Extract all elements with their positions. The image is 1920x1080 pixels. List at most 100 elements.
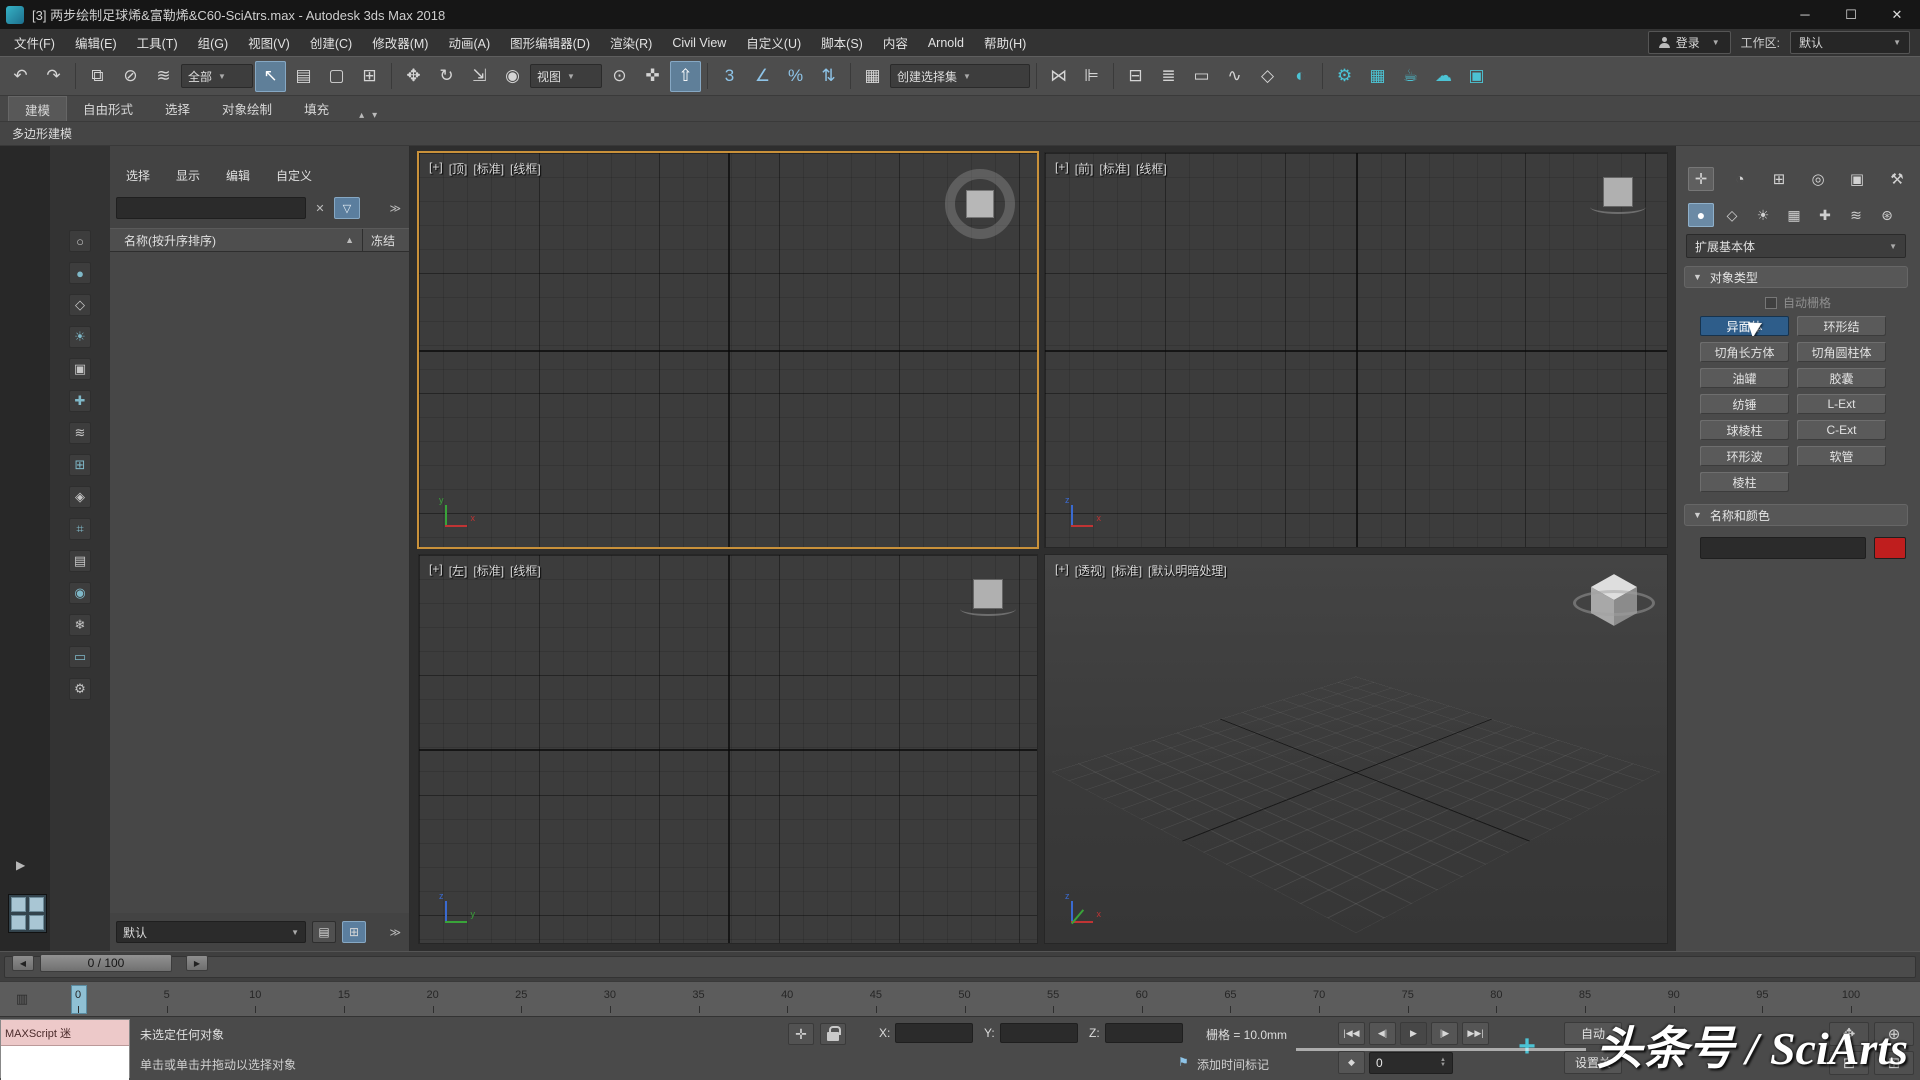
frame-spinner[interactable]: ▲▼ (1440, 1058, 1446, 1068)
maximize-button[interactable]: ☐ (1828, 0, 1874, 29)
systems-category-icon[interactable]: ⊛ (1874, 203, 1900, 227)
create-tab-icon[interactable]: ✛ (1688, 167, 1714, 191)
next-frame-button[interactable]: |▶ (1431, 1022, 1458, 1045)
transform-gizmo-icon[interactable]: ✛ (788, 1023, 814, 1045)
select-and-manipulate-icon[interactable]: ✜ (637, 61, 668, 92)
percent-snap-icon[interactable]: % (780, 61, 811, 92)
open-autodesk-app-icon[interactable]: ▣ (1461, 61, 1492, 92)
viewport-left[interactable]: [+][左][标准][线框] z y (418, 554, 1038, 944)
menu-views[interactable]: 视图(V) (238, 29, 300, 56)
shapes-category-icon[interactable]: ◇ (1719, 203, 1745, 227)
menu-arnold[interactable]: Arnold (918, 29, 974, 56)
viewport-shading-menu[interactable]: [默认明暗处理] (1148, 562, 1227, 579)
viewcube[interactable] (1603, 177, 1633, 207)
unlink-selection-icon[interactable]: ⊘ (115, 61, 146, 92)
motion-tab-icon[interactable]: ◎ (1805, 167, 1831, 191)
ribbon-tab-selection[interactable]: 选择 (149, 96, 206, 121)
sort-ascending-icon[interactable]: ▲ (345, 235, 354, 245)
polygon-modeling-panel[interactable]: 多边形建模 (12, 125, 72, 142)
minimize-button[interactable]: ─ (1782, 0, 1828, 29)
l-ext-button[interactable]: L-Ext (1797, 394, 1886, 414)
torus-knot-button[interactable]: 环形结 (1797, 316, 1886, 336)
angle-snap-icon[interactable]: ∠ (747, 61, 778, 92)
menu-scripting[interactable]: 脚本(S) (811, 29, 873, 56)
menu-help[interactable]: 帮助(H) (974, 29, 1036, 56)
filter-hidden-icon[interactable]: ▭ (69, 646, 91, 668)
filter-frozen-icon[interactable]: ❄ (69, 614, 91, 636)
viewport-general-menu[interactable]: [+] (1055, 160, 1069, 177)
previous-frame-arrow[interactable]: ◀ (12, 955, 34, 971)
helpers-category-icon[interactable]: ✚ (1812, 203, 1838, 227)
viewport-layout-flyout-arrow[interactable]: ▶ (16, 858, 25, 872)
time-slider-track[interactable] (4, 956, 1916, 978)
y-coordinate-field[interactable] (1000, 1023, 1078, 1043)
select-and-place-icon[interactable]: ◉ (497, 61, 528, 92)
explorer-preset-dropdown[interactable]: 默认 ▼ (116, 921, 306, 943)
explorer-footer-overflow-icon[interactable]: ≫ (389, 926, 401, 939)
viewport-general-menu[interactable]: [+] (429, 562, 443, 579)
viewport-layout-icon[interactable] (8, 894, 47, 933)
gengon-button[interactable]: 球棱柱 (1700, 420, 1789, 440)
workspace-selector[interactable]: 默认 ▼ (1790, 31, 1910, 54)
maxscript-input[interactable] (1, 1046, 129, 1080)
viewport-pov-menu[interactable]: [顶] (449, 160, 468, 177)
viewport-top[interactable]: [+][顶][标准][线框] y x (418, 152, 1038, 548)
menu-graph-editors[interactable]: 图形编辑器(D) (500, 29, 600, 56)
menu-customize[interactable]: 自定义(U) (736, 29, 811, 56)
explorer-grid-view-icon[interactable]: ⊞ (342, 921, 366, 943)
menu-group[interactable]: 组(G) (188, 29, 239, 56)
select-by-name-icon[interactable]: ▤ (288, 61, 319, 92)
material-editor-icon[interactable]: ◐ (1285, 61, 1316, 92)
go-to-end-button[interactable]: ▶▶| (1462, 1022, 1489, 1045)
bind-to-space-warp-icon[interactable]: ≋ (148, 61, 179, 92)
select-and-link-icon[interactable]: ⧉ (82, 61, 113, 92)
align-icon[interactable]: ⊫ (1076, 61, 1107, 92)
viewcube[interactable] (945, 169, 1015, 239)
object-color-swatch[interactable] (1874, 537, 1906, 559)
viewcube-face[interactable] (966, 190, 994, 218)
edit-named-sets-icon[interactable]: ▦ (857, 61, 888, 92)
menu-animation[interactable]: 动画(A) (438, 29, 500, 56)
hedra-button[interactable]: 异面体 (1700, 316, 1789, 336)
menu-file[interactable]: 文件(F) (4, 29, 65, 56)
scene-explorer-toggle-icon[interactable]: ⊟ (1120, 61, 1151, 92)
mirror-icon[interactable]: ⋈ (1043, 61, 1074, 92)
ribbon-tab-object-paint[interactable]: 对象绘制 (206, 96, 288, 121)
utilities-tab-icon[interactable]: ⚒ (1884, 167, 1910, 191)
frozen-column-header[interactable]: 冻结 (371, 232, 395, 249)
viewcube-compass-ring[interactable] (1573, 590, 1655, 616)
explorer-menu-select[interactable]: 选择 (126, 167, 150, 184)
ringwave-button[interactable]: 环形波 (1700, 446, 1789, 466)
chamfercyl-button[interactable]: 切角圆柱体 (1797, 342, 1886, 362)
cameras-category-icon[interactable]: ▦ (1781, 203, 1807, 227)
name-color-rollout-header[interactable]: ▼ 名称和颜色 (1684, 504, 1908, 526)
time-slider-handle[interactable]: 0 / 100 (40, 954, 172, 972)
menu-content[interactable]: 内容 (873, 29, 918, 56)
add-time-tag[interactable]: 添加时间标记 (1197, 1056, 1269, 1073)
filter-xrefs-icon[interactable]: ◈ (69, 486, 91, 508)
viewport-pov-menu[interactable]: [左] (449, 562, 468, 579)
keyboard-override-icon[interactable]: ⇧ (670, 61, 701, 92)
filter-funnel-icon[interactable]: ▽ (334, 197, 360, 219)
oiltank-button[interactable]: 油罐 (1700, 368, 1789, 388)
column-divider[interactable] (362, 229, 363, 251)
render-in-cloud-icon[interactable]: ☁ (1428, 61, 1459, 92)
rectangular-selection-region-icon[interactable]: ▢ (321, 61, 352, 92)
layer-explorer-icon[interactable]: ≣ (1153, 61, 1184, 92)
explorer-menu-customize[interactable]: 自定义 (276, 167, 312, 184)
filter-lights-icon[interactable]: ☀ (69, 326, 91, 348)
filter-shapes-icon[interactable]: ◇ (69, 294, 91, 316)
object-type-rollout-header[interactable]: ▼ 对象类型 (1684, 266, 1908, 288)
modify-tab-icon[interactable]: ◔ (1727, 167, 1753, 191)
viewport-type-menu[interactable]: [标准] (473, 160, 504, 177)
ribbon-tab-modeling[interactable]: 建模 (8, 96, 67, 121)
undo-icon[interactable]: ↶ (5, 61, 36, 92)
menu-create[interactable]: 创建(C) (300, 29, 362, 56)
viewport-perspective[interactable]: [+][透视][标准][默认明暗处理] z x (1044, 554, 1668, 944)
select-and-move-icon[interactable]: ✥ (398, 61, 429, 92)
filter-space-warps-icon[interactable]: ≋ (69, 422, 91, 444)
viewport-shading-menu[interactable]: [线框] (1136, 160, 1167, 177)
menu-civil-view[interactable]: Civil View (662, 29, 736, 56)
play-button[interactable]: ▶ (1400, 1022, 1427, 1045)
render-setup-icon[interactable]: ⚙ (1329, 61, 1360, 92)
